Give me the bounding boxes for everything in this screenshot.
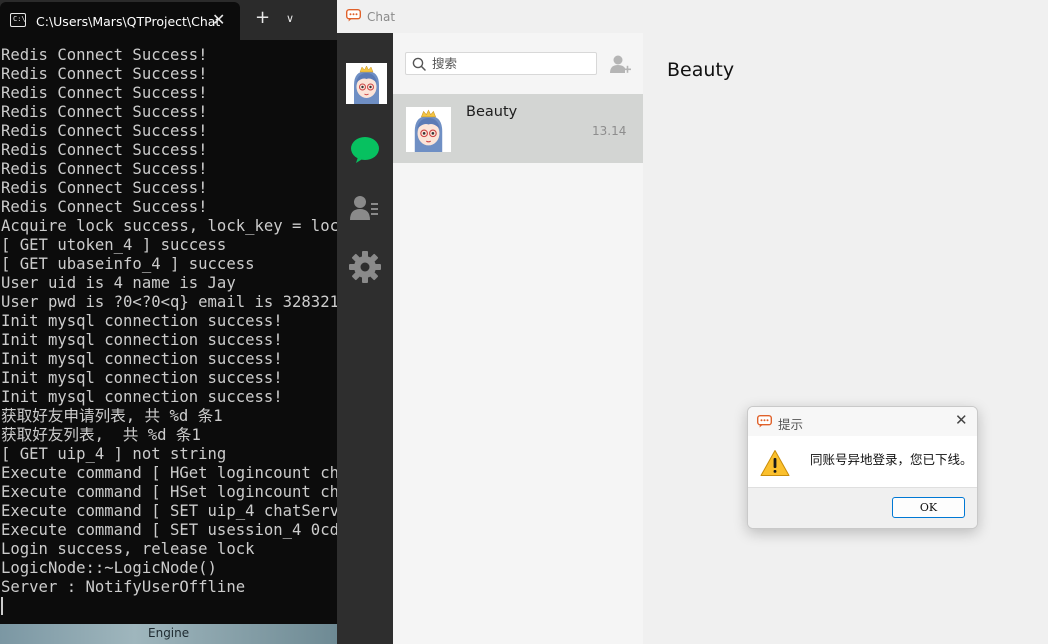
terminal-line: Execute command [ SET usession_4 0cd30 <box>1 521 337 539</box>
terminal-line: Acquire lock success, lock_key = lock_ <box>1 217 337 235</box>
gear-icon[interactable] <box>337 247 393 287</box>
terminal-line: Redis Connect Success! <box>1 84 208 102</box>
chat-app-icon <box>346 9 361 22</box>
terminal-cursor <box>1 597 3 615</box>
chat-header-name: Beauty <box>667 59 735 81</box>
contacts-icon[interactable] <box>337 188 393 228</box>
search-input[interactable] <box>432 55 592 72</box>
terminal-window: C:\ C:\Users\Mars\QTProject\Chat ✕ + ∨ R… <box>0 0 337 644</box>
terminal-line: Redis Connect Success! <box>1 141 208 159</box>
conversation-item[interactable]: Beauty 13.14 <box>393 94 643 163</box>
terminal-line: 获取好友申请列表, 共 %d 条1 <box>1 407 223 425</box>
chevron-down-icon[interactable]: ∨ <box>286 9 294 29</box>
terminal-line: Execute command [ HGet logincount chat <box>1 464 337 482</box>
close-icon[interactable]: ✕ <box>212 11 225 29</box>
terminal-line: Execute command [ SET uip_4 chatServer <box>1 502 337 520</box>
side-nav <box>337 33 393 644</box>
terminal-tab-title: C:\Users\Mars\QTProject\Chat <box>36 14 221 29</box>
avatar[interactable] <box>346 63 387 104</box>
close-icon[interactable]: ✕ <box>955 411 968 429</box>
conversation-panel: Beauty 13.14 <box>393 33 643 644</box>
add-friend-icon[interactable] <box>609 53 631 75</box>
ok-button[interactable]: OK <box>892 497 965 518</box>
terminal-line: Server : NotifyUserOffline <box>1 578 246 596</box>
terminal-line: Redis Connect Success! <box>1 179 208 197</box>
terminal-line: Execute command [ HSet logincount chat <box>1 483 337 501</box>
new-tab-button[interactable]: + <box>255 8 270 28</box>
terminal-line: Redis Connect Success! <box>1 65 208 83</box>
search-icon <box>412 57 426 71</box>
terminal-line: Redis Connect Success! <box>1 160 208 178</box>
desktop-strip: Engine <box>0 624 337 644</box>
conversation-time: 13.14 <box>592 124 627 138</box>
terminal-line: [ GET ubaseinfo_4 ] success <box>1 255 255 273</box>
terminal-line: Redis Connect Success! <box>1 46 208 64</box>
terminal-line: Init mysql connection success! <box>1 350 283 368</box>
terminal-output[interactable]: Redis Connect Success! Redis Connect Suc… <box>1 46 337 615</box>
terminal-line: [ GET uip_4 ] not string <box>1 445 227 463</box>
terminal-line: [ GET utoken_4 ] success <box>1 236 227 254</box>
dialog-titlebar[interactable]: 提示 ✕ <box>748 407 977 436</box>
dialog-message: 同账号异地登录，您已下线。 <box>810 452 973 467</box>
chat-window: Chat 搜索 Beauty 13.14 Beauty <box>337 0 1048 644</box>
dialog-footer: OK <box>748 487 977 528</box>
offline-dialog: 提示 ✕ 同账号异地登录，您已下线。 OK <box>747 406 978 529</box>
chat-app-icon <box>757 415 772 428</box>
terminal-line: Init mysql connection success! <box>1 331 283 349</box>
warning-icon <box>760 450 790 476</box>
terminal-line: Login success, release lock <box>1 540 255 558</box>
avatar <box>406 107 451 152</box>
terminal-line: Redis Connect Success! <box>1 122 208 140</box>
terminal-tab-bar: C:\ C:\Users\Mars\QTProject\Chat ✕ + ∨ <box>0 0 337 40</box>
terminal-line: Init mysql connection success! <box>1 369 283 387</box>
terminal-line: Init mysql connection success! <box>1 388 283 406</box>
terminal-tab[interactable]: C:\ C:\Users\Mars\QTProject\Chat ✕ <box>0 2 240 40</box>
terminal-line: User pwd is ?0<?0<q} email is 32832172 <box>1 293 337 311</box>
terminal-line: Redis Connect Success! <box>1 103 208 121</box>
chat-area: Beauty <box>643 33 1048 644</box>
dialog-title: 提示 <box>778 417 804 432</box>
terminal-line: User uid is 4 name is Jay <box>1 274 236 292</box>
chat-bubble-icon[interactable] <box>337 130 393 170</box>
window-title: Chat <box>367 10 396 24</box>
chat-titlebar[interactable]: Chat <box>337 0 1048 33</box>
terminal-line: LogicNode::~LogicNode() <box>1 559 217 577</box>
terminal-line: Init mysql connection success! <box>1 312 283 330</box>
console-icon: C:\ <box>10 13 26 27</box>
search-box[interactable] <box>405 52 597 75</box>
desktop-label: Engine <box>148 626 190 640</box>
avatar-image <box>406 107 451 152</box>
avatar-image <box>346 63 387 104</box>
conversation-name: Beauty <box>466 104 518 120</box>
terminal-line: Redis Connect Success! <box>1 198 208 216</box>
terminal-line: 获取好友列表, 共 %d 条1 <box>1 426 201 444</box>
